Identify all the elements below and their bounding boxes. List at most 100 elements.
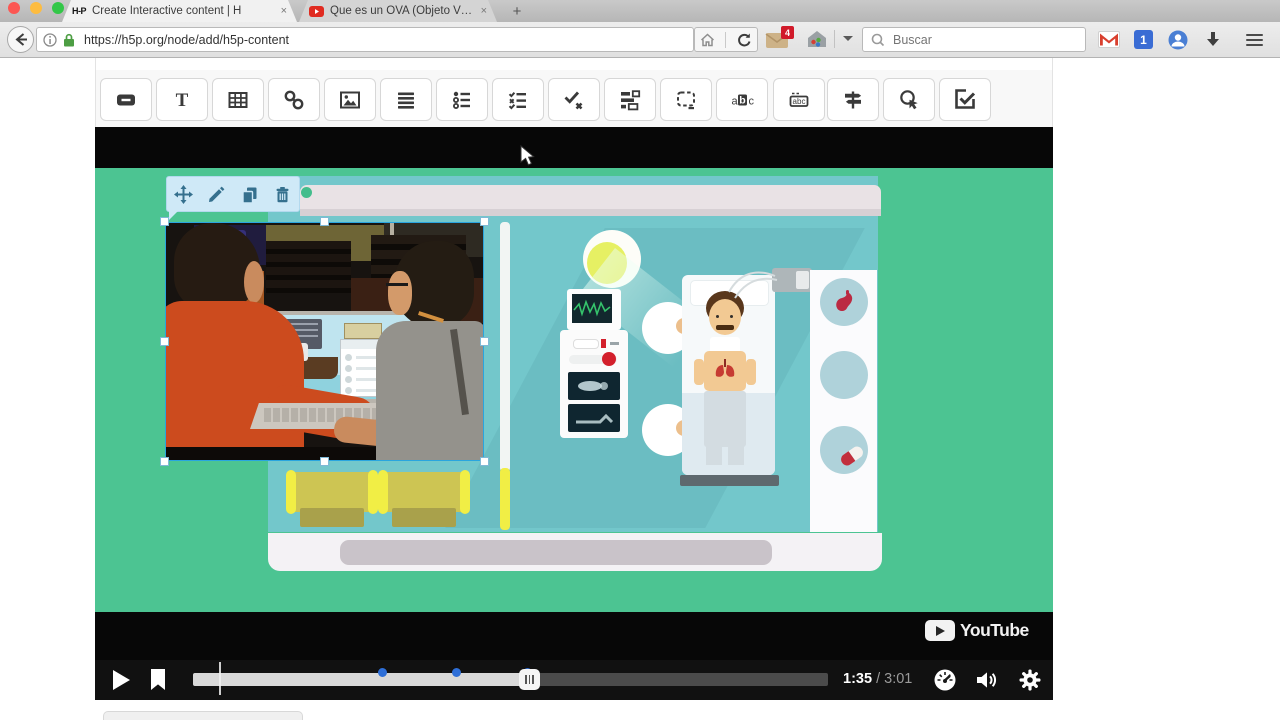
selected-image-element[interactable] xyxy=(165,222,484,461)
time-display: 1:35 / 3:01 xyxy=(843,671,912,687)
toolbar-button-true-false[interactable] xyxy=(548,78,600,121)
https-lock-icon[interactable] xyxy=(63,33,75,47)
timeline[interactable] xyxy=(193,673,828,686)
divider-stripe xyxy=(500,468,510,530)
machine-wires xyxy=(725,264,785,304)
home-icon[interactable] xyxy=(700,33,715,47)
svg-text:a: a xyxy=(732,95,739,107)
toolbar-button-drag-text[interactable] xyxy=(660,78,712,121)
background-chair xyxy=(266,241,351,293)
toolbar-button-navigation-hotspot[interactable] xyxy=(883,78,935,121)
new-tab-button[interactable]: + xyxy=(503,0,531,22)
back-button[interactable] xyxy=(7,26,34,53)
scrubber-handle[interactable] xyxy=(519,669,540,690)
video-player: YouTube 1:35 / 3:01 xyxy=(95,127,1053,700)
move-icon[interactable] xyxy=(174,185,193,204)
bookmark-button[interactable] xyxy=(149,668,167,691)
right-boy-face xyxy=(388,271,412,315)
urlbar-buttons xyxy=(694,27,758,52)
stomach-icon xyxy=(833,290,855,314)
delete-icon[interactable] xyxy=(273,185,292,204)
search-input[interactable] xyxy=(891,32,1077,48)
toolbar-button-mark-the-words[interactable]: abc xyxy=(716,78,768,121)
mail-extension-icon[interactable]: 4 xyxy=(765,30,789,49)
resize-handle-s[interactable] xyxy=(320,457,329,466)
organ-bubble-stomach xyxy=(820,278,868,326)
toolbar-button-statements[interactable] xyxy=(380,78,432,121)
onetab-icon[interactable]: 1 xyxy=(1134,30,1153,49)
svg-text:abc: abc xyxy=(793,96,806,105)
menu-icon[interactable] xyxy=(1246,31,1263,49)
patient-face xyxy=(709,299,741,335)
toolbar-button-text[interactable]: T xyxy=(156,78,208,121)
toolbar-button-questionnaire[interactable] xyxy=(939,78,991,121)
toolbar-button-drag-and-drop[interactable] xyxy=(604,78,656,121)
minimize-window-button[interactable] xyxy=(30,2,42,14)
video-scene[interactable] xyxy=(95,168,1053,612)
scene-bottom-bar xyxy=(268,533,882,571)
label-icon xyxy=(114,88,138,112)
resize-handle-n[interactable] xyxy=(320,217,329,226)
youtube-favicon-icon xyxy=(309,6,324,17)
dropdown-caret-icon[interactable] xyxy=(842,35,854,43)
resize-handle-sw[interactable] xyxy=(160,457,169,466)
close-window-button[interactable] xyxy=(8,2,20,14)
toolbar-button-label[interactable] xyxy=(100,78,152,121)
account-icon[interactable] xyxy=(1168,30,1188,50)
zoom-window-button[interactable] xyxy=(52,2,64,14)
page-info-icon[interactable] xyxy=(43,33,57,47)
volume-icon[interactable] xyxy=(975,668,1000,692)
bed-footboard xyxy=(680,475,779,486)
toolbar-button-fill-in-the-blanks[interactable]: abc xyxy=(773,78,825,121)
interaction-dot[interactable] xyxy=(378,668,387,677)
resize-handle-e[interactable] xyxy=(480,337,489,346)
resize-handle-w[interactable] xyxy=(160,337,169,346)
image-icon xyxy=(338,88,362,112)
interaction-dot[interactable] xyxy=(452,668,461,677)
resize-handle-nw[interactable] xyxy=(160,217,169,226)
download-arrow-icon[interactable] xyxy=(1204,30,1222,48)
toolbar-button-crossroads[interactable] xyxy=(827,78,879,121)
green-handle-dot[interactable] xyxy=(301,187,312,198)
mouse-cursor xyxy=(520,145,536,167)
timeline-remaining xyxy=(528,673,828,686)
bookmark-marker[interactable] xyxy=(219,662,221,695)
toolbar-button-image[interactable] xyxy=(324,78,376,121)
youtube-watermark[interactable]: YouTube xyxy=(925,620,1029,641)
edit-icon[interactable] xyxy=(207,185,226,204)
left-boy-shirt xyxy=(165,301,304,461)
svg-text:c: c xyxy=(749,95,755,107)
gmail-icon[interactable] xyxy=(1098,31,1120,48)
youtube-play-icon xyxy=(925,620,955,641)
tab-close-icon[interactable]: × xyxy=(281,5,287,17)
glasses xyxy=(386,283,408,286)
element-toolbar xyxy=(166,176,300,212)
extension-badge: 4 xyxy=(781,26,794,39)
browser-tab-bar: H-P Create Interactive content | H × Que… xyxy=(0,0,1280,22)
tab-close-icon[interactable]: × xyxy=(481,5,487,17)
tab-h5p[interactable]: H-P Create Interactive content | H × xyxy=(62,0,297,22)
settings-gear-icon[interactable] xyxy=(1017,667,1043,693)
copy-icon[interactable] xyxy=(240,185,259,204)
right-boy-shirt xyxy=(376,321,484,461)
url-bar[interactable] xyxy=(36,27,694,52)
medical-cabinet xyxy=(560,330,628,438)
toolbar-button-single-choice-set[interactable] xyxy=(436,78,488,121)
url-input[interactable] xyxy=(82,32,687,48)
resize-handle-ne[interactable] xyxy=(480,217,489,226)
statements-icon xyxy=(394,88,418,112)
toolbar-button-multiple-choice[interactable] xyxy=(492,78,544,121)
tab-youtube[interactable]: Que es un OVA (Objeto Virtu × xyxy=(299,0,497,22)
back-arrow-icon xyxy=(13,32,28,47)
patient-mustache xyxy=(716,325,734,330)
play-button[interactable] xyxy=(111,669,131,691)
screen: H-P Create Interactive content | H × Que… xyxy=(0,0,1280,720)
search-bar[interactable] xyxy=(862,27,1086,52)
toolbar-button-table[interactable] xyxy=(212,78,264,121)
toolbar-button-link[interactable] xyxy=(268,78,320,121)
homepage-extension-icon[interactable] xyxy=(806,29,828,49)
playback-speed-icon[interactable] xyxy=(932,667,958,693)
reload-icon[interactable] xyxy=(736,32,752,48)
resize-handle-se[interactable] xyxy=(480,457,489,466)
player-controls: 1:35 / 3:01 xyxy=(95,660,1053,700)
